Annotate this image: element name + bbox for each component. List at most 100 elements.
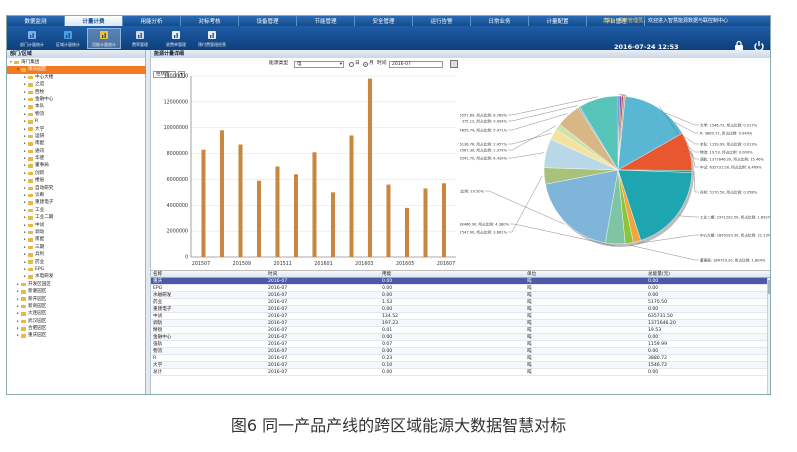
table-row[interactable]: 物流 2016-07 0.00 吨 0.00 (151, 348, 770, 355)
tree-item[interactable]: ▸ 大连园区 (7, 310, 146, 317)
tree-item[interactable]: ▸ 通讯 (7, 148, 146, 155)
folder-icon (28, 275, 33, 279)
nav-tab-1[interactable]: 计量计费 (65, 16, 123, 26)
tree-item[interactable]: ▸ 水电研发 (7, 273, 146, 280)
table-scrollbar[interactable] (767, 278, 770, 394)
bar[interactable] (201, 149, 206, 257)
toolbar-item-3[interactable]: 费率管理 (123, 28, 157, 49)
table-row[interactable]: 水磁研发 2016-07 0.00 吨 0.00 (151, 292, 770, 299)
bar[interactable] (423, 188, 428, 257)
time-input[interactable]: 2016-07 (389, 61, 443, 68)
table-row[interactable]: 重庆 2016-07 0.00 吨 0.00 (151, 278, 770, 285)
table-row[interactable]: R 2016-07 0.23 吨 3880.72 (151, 355, 770, 362)
bar[interactable] (275, 166, 280, 258)
tree-item[interactable]: ▸ 武汉园区 (7, 318, 146, 325)
radio-day[interactable] (349, 62, 354, 67)
calendar-icon[interactable] (450, 60, 458, 68)
tree-item[interactable]: ▸ 之谊 (7, 81, 146, 88)
tree-item[interactable]: ▸ R (7, 118, 146, 125)
toolbar-item-4[interactable]: 收费单管理 (159, 28, 193, 49)
tree-item[interactable]: ▸ 工业 (7, 207, 146, 214)
bar[interactable] (441, 183, 446, 257)
tree-item[interactable]: ▸ 楼层 (7, 177, 146, 184)
radio-month[interactable] (363, 62, 368, 67)
bar[interactable] (256, 180, 261, 257)
table-row[interactable]: 中试 2016-07 134.52 吨 635731.50 (151, 313, 770, 320)
tree-item[interactable]: ▾ 南乐园区 (7, 66, 146, 74)
tree-item[interactable]: ▸ 运研 (7, 133, 146, 140)
nav-tab-3[interactable]: 对标考核 (181, 16, 239, 26)
tree-item[interactable]: ▸ EPG (7, 266, 146, 273)
table-row[interactable]: 总计 2016-07 0.00 吨 0.00 (151, 369, 770, 376)
tree-item[interactable]: ▸ 董事局 (7, 162, 146, 169)
nav-tab-2[interactable]: 用能分析 (123, 16, 181, 26)
tree-item[interactable]: ▸ 重建电子 (7, 199, 146, 206)
toolbar-item-1[interactable]: 区域计量统计 (51, 28, 85, 49)
table-row[interactable]: 重建电子 2016-07 0.00 吨 0.00 (151, 306, 770, 313)
tree-item[interactable]: ▸ 金融中心 (7, 96, 146, 103)
tree-item[interactable]: ▸ 兵利 (7, 251, 146, 258)
bar[interactable] (219, 130, 224, 257)
nav-tab-5[interactable]: 节能管理 (297, 16, 355, 26)
toolbar-item-2[interactable]: 用能计量统计 (87, 28, 121, 49)
nav-tab-0[interactable]: 数据监测 (7, 16, 65, 26)
tree-item[interactable]: ▾ 海门集团 (7, 59, 146, 66)
tree-item[interactable]: ▸ 中试 (7, 222, 146, 229)
column-header[interactable]: 时间 (266, 271, 380, 277)
table-row[interactable]: 药业 2016-07 1.53 吨 5170.50 (151, 299, 770, 306)
tree-item[interactable]: ▸ 自动研究 (7, 185, 146, 192)
column-header[interactable]: 单位 (525, 271, 646, 277)
tree-item[interactable]: ▸ 创新 (7, 170, 146, 177)
column-header[interactable]: 总能量(元) (646, 271, 764, 277)
column-header[interactable]: 用能 (380, 271, 525, 277)
tree-item[interactable]: ▸ 中心大楼 (7, 74, 146, 81)
tree-item[interactable]: ▸ 药业 (7, 259, 146, 266)
table-row[interactable]: 精锐 2016-07 0.01 吨 19.53 (151, 327, 770, 334)
tree-item[interactable]: ▸ 开发区园区 (7, 281, 146, 288)
table-cell: 0.00 (382, 286, 393, 291)
tree-item[interactable]: ▸ 新厦园区 (7, 288, 146, 295)
scroll-thumb[interactable] (768, 280, 770, 294)
table-row[interactable]: 强轨 2016-07 0.07 吨 1159.99 (151, 341, 770, 348)
energy-type-select[interactable]: 电 ▾ (294, 61, 344, 68)
tree-item[interactable]: ▸ 新商园区 (7, 303, 146, 310)
toolbar-item-0[interactable]: 部门计量统计 (15, 28, 49, 49)
bar[interactable] (330, 192, 335, 257)
tree-item[interactable]: ▸ 华使 (7, 155, 146, 162)
table-row[interactable]: 调轨 2016-07 197.23 吨 1371646.20 (151, 320, 770, 327)
tree-item[interactable]: ▸ 西牧 (7, 89, 146, 96)
tree-item[interactable]: ▸ 南配 (7, 236, 146, 243)
folder-icon (28, 201, 33, 205)
table-row[interactable]: 金融中心 2016-07 0.00 吨 0.00 (151, 334, 770, 341)
toolbar-item-5[interactable]: 预付费管理经营 (195, 28, 229, 49)
tree-item[interactable]: ▸ 南配 (7, 140, 146, 147)
bar[interactable] (312, 152, 317, 257)
tree-item[interactable]: ▸ 调动 (7, 229, 146, 236)
bar[interactable] (404, 207, 409, 257)
table-cell: 水磁研发 (153, 293, 172, 298)
nav-tab-8[interactable]: 日常业务 (471, 16, 529, 26)
bar[interactable] (349, 135, 354, 257)
table-row[interactable]: EPG 2016-07 0.00 吨 0.00 (151, 285, 770, 292)
nav-tab-7[interactable]: 运行告警 (413, 16, 471, 26)
tree-item[interactable]: ▸ 物流 (7, 111, 146, 118)
tree-item[interactable]: ▸ 大学 (7, 126, 146, 133)
tree-item[interactable]: ▸ 重庆园区 (7, 332, 146, 339)
bar[interactable] (293, 174, 298, 257)
tree-item[interactable]: ▸ 三期 (7, 244, 146, 251)
nav-tab-6[interactable]: 安全管理 (355, 16, 413, 26)
bar[interactable] (386, 184, 391, 257)
tree-item[interactable]: ▸ 工业二期 (7, 214, 146, 221)
nav-tab-4[interactable]: 设备管理 (239, 16, 297, 26)
table-row[interactable]: 大学 2016-07 0.10 吨 1546.72 (151, 362, 770, 369)
welcome-user[interactable]: 系统管理员 (618, 18, 643, 24)
tree-item[interactable]: ▸ 新开园区 (7, 296, 146, 303)
pie-chart: 大学: 1546.72, 所占比例: 0.017% R: 3880.72, 所占比… (420, 64, 770, 269)
bar[interactable] (367, 78, 372, 257)
tree-item[interactable]: ▸ 诊断 (7, 192, 146, 199)
bar[interactable] (238, 144, 243, 257)
nav-tab-9[interactable]: 计量配置 (529, 16, 587, 26)
column-header[interactable]: 名称 (151, 271, 266, 277)
tree-item[interactable]: ▸ 合肥园区 (7, 325, 146, 332)
tree-item[interactable]: ▸ 本队 (7, 103, 146, 110)
